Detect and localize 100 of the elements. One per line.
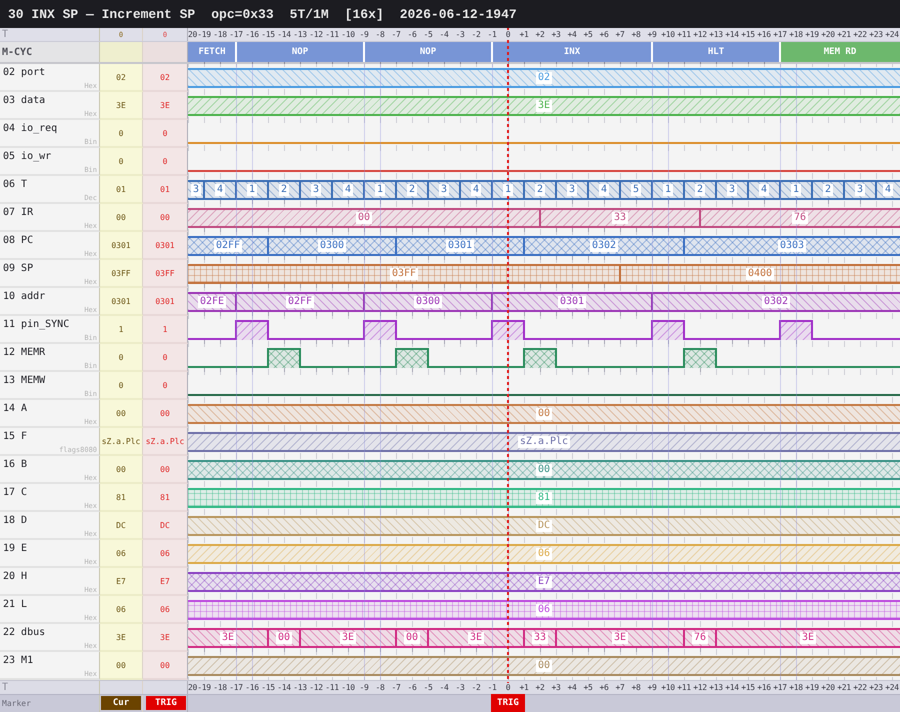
cursor-value: 1 [100, 316, 143, 344]
trigger-value: 0301 [143, 232, 188, 260]
cursor-value: 0301 [100, 232, 143, 260]
ruler-label: -7 [391, 30, 401, 40]
ruler-label: +21 [837, 682, 851, 692]
ruler-label: +20 [821, 30, 835, 40]
ruler-label: -10 [341, 30, 355, 40]
high-pulse [236, 320, 268, 340]
bus-value: 3 [190, 184, 202, 196]
ruler-label: +22 [853, 30, 867, 40]
ruler-label: +1 [519, 30, 529, 40]
ruler-label: -4 [439, 682, 449, 692]
ruler-label: +8 [631, 682, 641, 692]
bus-value: 4 [342, 184, 354, 196]
bus-value: 06 [536, 548, 552, 560]
signal-name: 23 M1 [3, 655, 34, 667]
trigger-marker[interactable]: TRIG [146, 696, 186, 710]
cursor-value: 06 [100, 596, 143, 624]
ruler-label: +24 [885, 682, 899, 692]
cursor-value: 00 [100, 204, 143, 232]
cursor-value: 3E [100, 624, 143, 652]
ruler-label: -19 [197, 682, 211, 692]
cycle-segment: FETCH [188, 42, 236, 62]
high-pulse [652, 320, 684, 340]
trigger-value: 00 [143, 652, 188, 680]
cursor-value: 0301 [100, 288, 143, 316]
ruler-label: +11 [677, 30, 691, 40]
cycle-segment: INX [492, 42, 652, 62]
cursor-value: 00 [100, 652, 143, 680]
ruler-label: 0 [506, 682, 510, 692]
bus-value: 4 [758, 184, 770, 196]
cursor-value: sZ.a.Plc [100, 428, 143, 456]
bus-value: 03FF [390, 268, 418, 280]
bus-value: 76 [792, 212, 808, 224]
ruler-label: +13 [709, 30, 723, 40]
title-text: 5T/1M [290, 6, 329, 22]
bus-value: 3E [800, 632, 816, 644]
marker-label: Marker [1, 698, 31, 708]
bus-value: 81 [536, 492, 552, 504]
bus-value: 1 [790, 184, 802, 196]
ruler-label: -5 [423, 682, 433, 692]
ruler-label: +8 [631, 30, 641, 40]
ruler-label: 0 [506, 30, 510, 40]
bus-value: 4 [214, 184, 226, 196]
bus-value: 3E [536, 100, 552, 112]
bus-value: 76 [692, 632, 708, 644]
bus-value: 00 [276, 632, 292, 644]
signal-name: 08 PC [3, 235, 34, 247]
ruler-label: +7 [615, 30, 625, 40]
bus-value: 00 [536, 408, 552, 420]
ruler-label: +24 [885, 30, 899, 40]
ruler-label: -9 [359, 30, 369, 40]
bus-value: 2 [278, 184, 290, 196]
cycle-segment: NOP [364, 42, 492, 62]
bus-value: 33 [612, 212, 628, 224]
trigger-value: 1 [143, 316, 188, 344]
bus-value: DC [536, 520, 552, 532]
ruler-label: +4 [567, 30, 577, 40]
bus-value: 02FE [198, 296, 226, 308]
time-axis-label: T [1, 28, 8, 40]
ruler-label: -3 [455, 682, 465, 692]
signal-name: 19 E [3, 543, 28, 555]
ruler-label: +19 [805, 30, 819, 40]
signal-name: 03 data [3, 95, 46, 107]
ruler-label: 20 [188, 30, 198, 40]
ruler-label: -18 [213, 30, 227, 40]
ruler-label: -1 [487, 682, 497, 692]
ruler-label: -11 [325, 30, 339, 40]
machine-cycle-label: M-CYC [0, 42, 100, 62]
cursor-value: 01 [100, 176, 143, 204]
bus-value: 3 [566, 184, 578, 196]
cursor-value: 03FF [100, 260, 143, 288]
signal-name: 07 IR [3, 207, 34, 219]
ruler-label: +16 [757, 682, 771, 692]
ruler-label: +5 [583, 30, 593, 40]
ruler-label: -16 [245, 30, 259, 40]
bus-value: 00 [404, 632, 420, 644]
cursor-value: 00 [100, 400, 143, 428]
ruler-label: -8 [375, 682, 385, 692]
cursor-value: 3E [100, 92, 143, 120]
trigger-value: 3E [143, 624, 188, 652]
cursor-value: E7 [100, 568, 143, 596]
signal-name: 04 io_req [3, 123, 58, 135]
trigger-flag[interactable]: TRIG [491, 694, 525, 712]
signal-name: 22 dbus [3, 627, 46, 639]
ruler-label: +6 [599, 30, 609, 40]
ruler-label: -1 [487, 30, 497, 40]
ruler-label: -4 [439, 30, 449, 40]
ruler-label: +1 [519, 682, 529, 692]
trigger-value: 0 [143, 344, 188, 372]
bus-value: 4 [470, 184, 482, 196]
ruler-label: -14 [277, 682, 291, 692]
trigger-value: 00 [143, 456, 188, 484]
ruler-label: +9 [647, 30, 657, 40]
ruler-label: -10 [341, 682, 355, 692]
ruler-label: +15 [741, 30, 755, 40]
title-text: [16x] [344, 6, 384, 22]
ruler-label: +3 [551, 682, 561, 692]
cursor-marker[interactable]: Cur [101, 696, 141, 710]
ruler-label: -11 [325, 682, 339, 692]
